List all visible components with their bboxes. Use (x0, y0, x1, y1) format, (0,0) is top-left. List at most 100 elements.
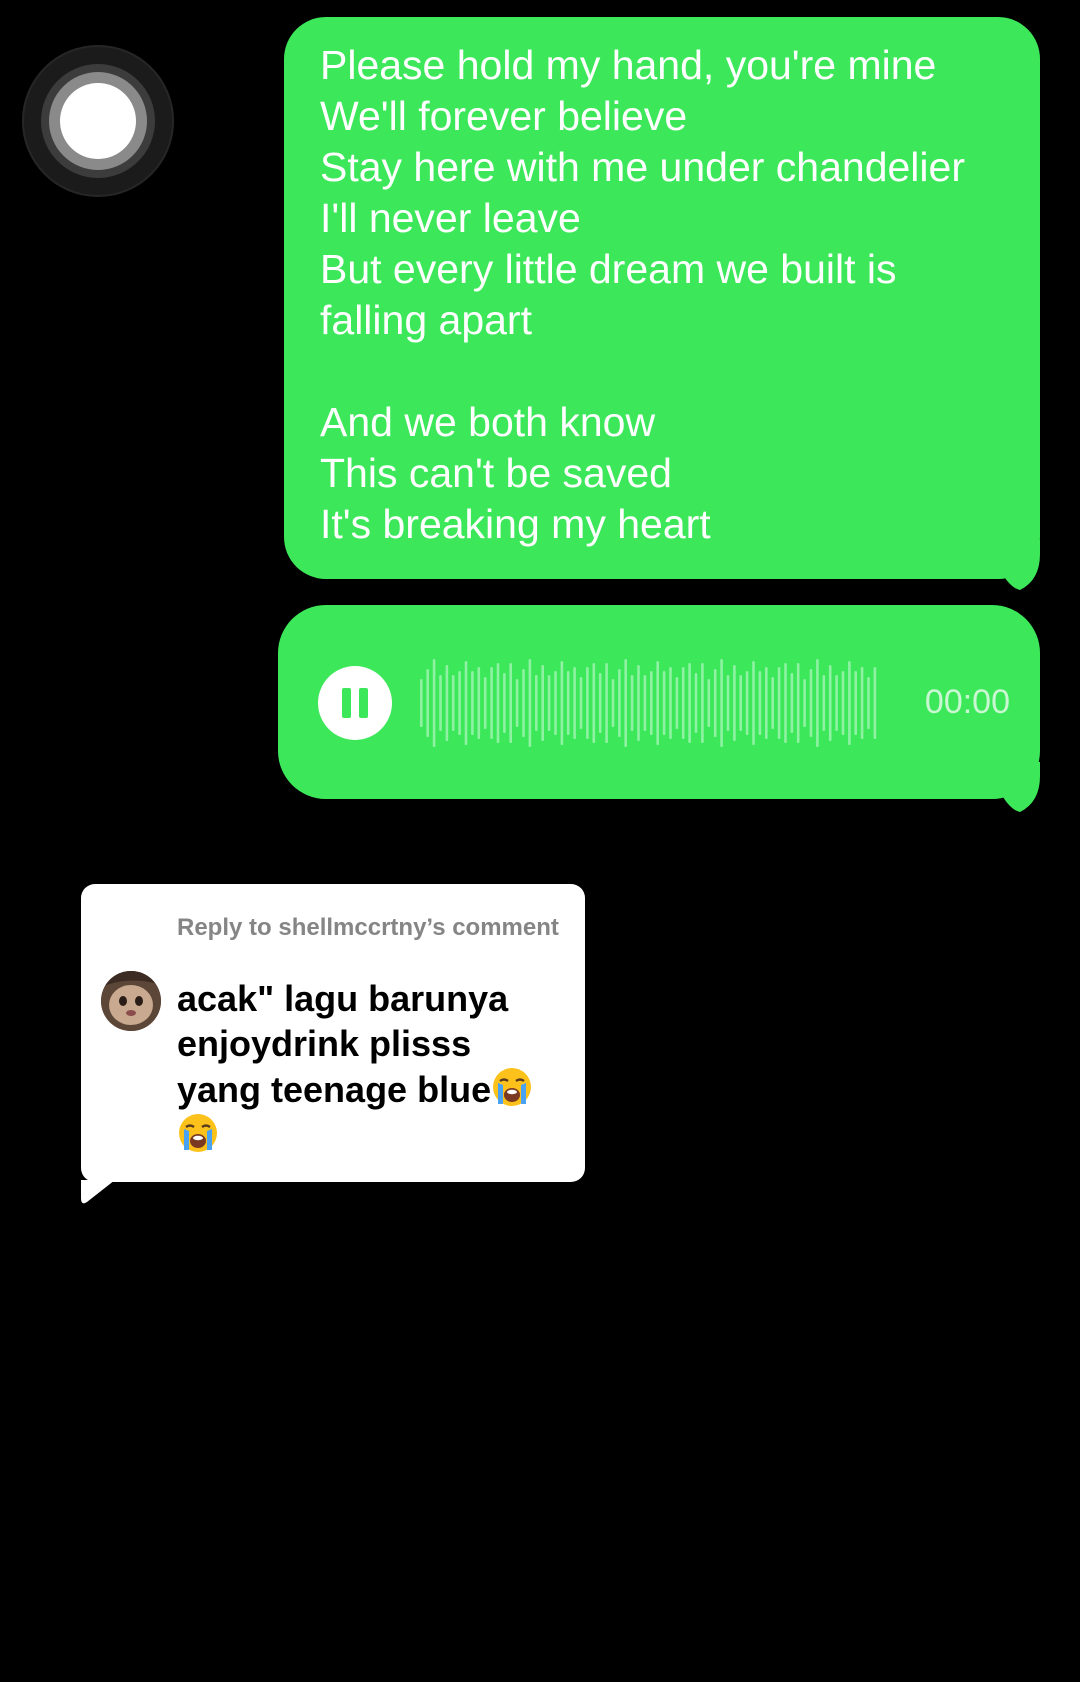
lyrics-line: And we both know (320, 399, 656, 445)
waveform-bar (592, 663, 596, 743)
waveform-bar (598, 673, 602, 733)
waveform-bar (739, 675, 742, 731)
waveform-bar (420, 679, 423, 727)
reply-comment-text: acak" lagu barunya enjoydrink plisss yan… (177, 976, 577, 1158)
waveform-bar (503, 673, 506, 733)
pause-button[interactable] (318, 666, 392, 740)
waveform-bar (707, 679, 711, 727)
waveform-bar (835, 675, 838, 731)
waveform-bar (848, 661, 851, 745)
waveform-bar (579, 677, 583, 729)
waveform-bar (720, 659, 723, 747)
avatar-image (101, 971, 161, 1031)
waveform-bar (554, 671, 557, 735)
reply-line: enjoydrink plisss (177, 1023, 472, 1064)
waveform-bar (483, 677, 487, 729)
waveform-bar (464, 661, 468, 745)
waveform-bar (726, 675, 730, 731)
lyrics-line: falling apart (320, 297, 532, 343)
waveform-bar (860, 667, 864, 739)
waveform-bar (496, 663, 500, 743)
waveform-bar (541, 665, 544, 741)
lyrics-line: But every little dream we built is (320, 246, 897, 292)
waveform-bar (681, 667, 685, 739)
reply-card-tail (81, 1180, 115, 1204)
waveform-bar (828, 665, 832, 741)
waveform-bar (560, 661, 564, 745)
waveform-bar (535, 675, 538, 731)
loudly-crying-face-emoji (493, 1068, 532, 1106)
waveform-bar (650, 671, 653, 735)
waveform-bar (656, 661, 659, 745)
pause-icon-bar (359, 688, 368, 718)
voice-bubble-tail (1000, 762, 1040, 812)
waveform-bar (867, 677, 870, 729)
reply-line: acak" lagu barunya (177, 978, 509, 1019)
lyrics-line: I'll never leave (320, 195, 581, 241)
voice-waveform[interactable] (420, 658, 880, 748)
waveform-bar (451, 675, 455, 731)
waveform-bar (701, 663, 704, 743)
waveform-bar (624, 659, 627, 747)
waveform-bar (745, 671, 749, 735)
waveform-bar (522, 669, 525, 737)
waveform-bar (796, 663, 800, 743)
waveform-bar (809, 669, 813, 737)
waveform-bar (758, 671, 762, 735)
lyrics-line: Please hold my hand, you're mine (320, 42, 937, 88)
waveform-bar (458, 671, 461, 735)
waveform-bar (662, 671, 666, 735)
waveform-bar (784, 663, 787, 743)
waveform-bar (630, 675, 634, 731)
waveform-bar (675, 677, 679, 729)
lyrics-line: It's breaking my heart (320, 501, 711, 547)
waveform-bar (605, 663, 608, 743)
reply-line-text: yang teenage blue (177, 1069, 492, 1110)
voice-timer: 00:00 (924, 683, 1010, 721)
lyrics-line: We'll forever believe (320, 93, 688, 139)
waveform-bar (790, 673, 794, 733)
waveform-bar (618, 669, 621, 737)
waveform-bar (694, 673, 698, 733)
waveform-bar (771, 677, 774, 729)
waveform-bar (528, 659, 532, 747)
waveform-bar (841, 671, 845, 735)
waveform-bar (854, 671, 857, 735)
waveform-bar (637, 665, 640, 741)
assistive-touch-button[interactable] (22, 45, 174, 197)
lyrics-line: This can't be saved (320, 450, 672, 496)
waveform-bar (445, 665, 449, 741)
waveform-bar (547, 675, 551, 731)
waveform-bar (611, 679, 615, 727)
commenter-avatar[interactable] (101, 971, 161, 1031)
waveform-bar (777, 667, 781, 739)
waveform-bar (765, 667, 768, 739)
assistive-touch-core (60, 83, 136, 159)
loudly-crying-face-emoji (179, 1114, 217, 1152)
waveform-bar (566, 671, 570, 735)
waveform-bar (477, 667, 481, 739)
waveform-bar (669, 667, 672, 739)
waveform-bar (432, 659, 436, 747)
waveform-bar (509, 663, 512, 743)
lyrics-message-text: Please hold my hand, you're mine We'll f… (320, 40, 1020, 550)
pause-icon (342, 688, 351, 718)
waveform-bar (733, 665, 736, 741)
waveform-bar (873, 667, 877, 739)
waveform-bar (803, 679, 806, 727)
reply-line-emoji (177, 1112, 577, 1158)
waveform-bar (816, 659, 819, 747)
lyrics-line: Stay here with me under chandelier (320, 144, 965, 190)
reply-line-with-emoji: yang teenage blue (177, 1066, 577, 1112)
waveform-bar (643, 675, 647, 731)
waveform-bar (573, 667, 576, 739)
waveform-bar (752, 661, 755, 745)
lyrics-line-blank (320, 346, 1020, 397)
waveform-bar (822, 675, 826, 731)
waveform-bar (688, 663, 691, 743)
waveform-bar (713, 669, 717, 737)
waveform-bar (586, 667, 589, 739)
waveform-bar (471, 671, 474, 735)
waveform-bar (426, 669, 429, 737)
waveform-bar (439, 675, 442, 731)
